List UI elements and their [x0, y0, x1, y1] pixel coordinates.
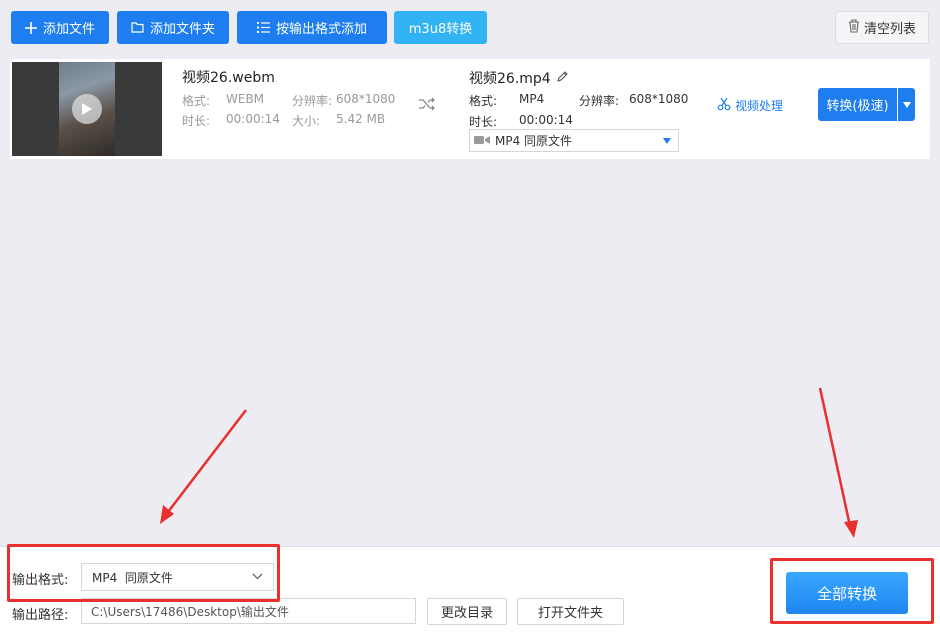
- m3u8-label: m3u8转换: [409, 18, 472, 37]
- plus-icon: [25, 22, 37, 34]
- output-resolution-label: 分辨率:: [579, 92, 619, 109]
- toolbar: 添加文件 添加文件夹 按输出格式添加 m3u8转换 清空列表: [0, 0, 940, 56]
- clear-list-button[interactable]: 清空列表: [835, 11, 929, 44]
- output-path-label: 输出路径:: [12, 604, 68, 623]
- video-thumbnail[interactable]: [12, 62, 162, 156]
- source-size-label: 大小:: [292, 112, 320, 129]
- dropdown-arrow-icon: [903, 102, 911, 108]
- video-process-label: 视频处理: [735, 97, 783, 114]
- open-folder-label: 打开文件夹: [538, 602, 603, 621]
- output-format-select-value: MP4 同原文件: [495, 132, 572, 149]
- add-by-format-label: 按输出格式添加: [276, 18, 367, 37]
- play-icon[interactable]: [72, 94, 102, 124]
- highlight-box-output-format: [7, 544, 280, 602]
- add-folder-label: 添加文件夹: [150, 18, 215, 37]
- source-size: 5.42 MB: [336, 112, 385, 126]
- edit-icon[interactable]: [557, 70, 568, 86]
- output-duration: 00:00:14: [519, 113, 573, 127]
- output-resolution: 608*1080: [629, 92, 688, 106]
- source-duration: 00:00:14: [226, 112, 280, 126]
- output-file-name-text: 视频26.mp4: [469, 68, 551, 88]
- trash-icon: [848, 19, 860, 37]
- change-dir-label: 更改目录: [441, 602, 493, 621]
- output-format: MP4: [519, 92, 544, 106]
- source-resolution-label: 分辨率:: [292, 92, 332, 109]
- source-file-name: 视频26.webm: [182, 67, 275, 87]
- convert-options-dropdown[interactable]: [898, 88, 915, 121]
- add-file-label: 添加文件: [43, 18, 95, 37]
- add-file-button[interactable]: 添加文件: [11, 11, 109, 44]
- convert-label: 转换(极速): [826, 95, 888, 114]
- output-duration-label: 时长:: [469, 113, 497, 130]
- source-resolution: 608*1080: [336, 92, 395, 106]
- output-file-name: 视频26.mp4: [469, 68, 568, 88]
- list-icon: [257, 22, 270, 33]
- m3u8-button[interactable]: m3u8转换: [394, 11, 487, 44]
- folder-icon: [131, 22, 144, 33]
- open-folder-button[interactable]: 打开文件夹: [517, 598, 624, 625]
- video-process-button[interactable]: 视频处理: [717, 97, 783, 114]
- source-format-label: 格式:: [182, 92, 210, 109]
- add-by-format-button[interactable]: 按输出格式添加: [237, 11, 387, 44]
- shuffle-icon: [418, 97, 436, 115]
- file-row: 视频26.webm 格式: WEBM 分辨率: 608*1080 时长: 00:…: [10, 59, 930, 159]
- highlight-box-convert-all: [770, 558, 934, 624]
- arrow-to-output-format: [160, 410, 246, 524]
- convert-button[interactable]: 转换(极速): [818, 88, 897, 121]
- clear-list-label: 清空列表: [864, 18, 916, 37]
- scissors-icon: [717, 97, 731, 114]
- source-duration-label: 时长:: [182, 112, 210, 129]
- video-camera-icon: [474, 134, 490, 148]
- dropdown-arrow-icon: [663, 138, 671, 144]
- add-folder-button[interactable]: 添加文件夹: [117, 11, 229, 44]
- output-format-select[interactable]: MP4 同原文件: [469, 129, 679, 152]
- source-format: WEBM: [226, 92, 264, 106]
- arrow-to-convert-all: [820, 388, 858, 538]
- output-format-label: 格式:: [469, 92, 497, 109]
- change-dir-button[interactable]: 更改目录: [427, 598, 507, 625]
